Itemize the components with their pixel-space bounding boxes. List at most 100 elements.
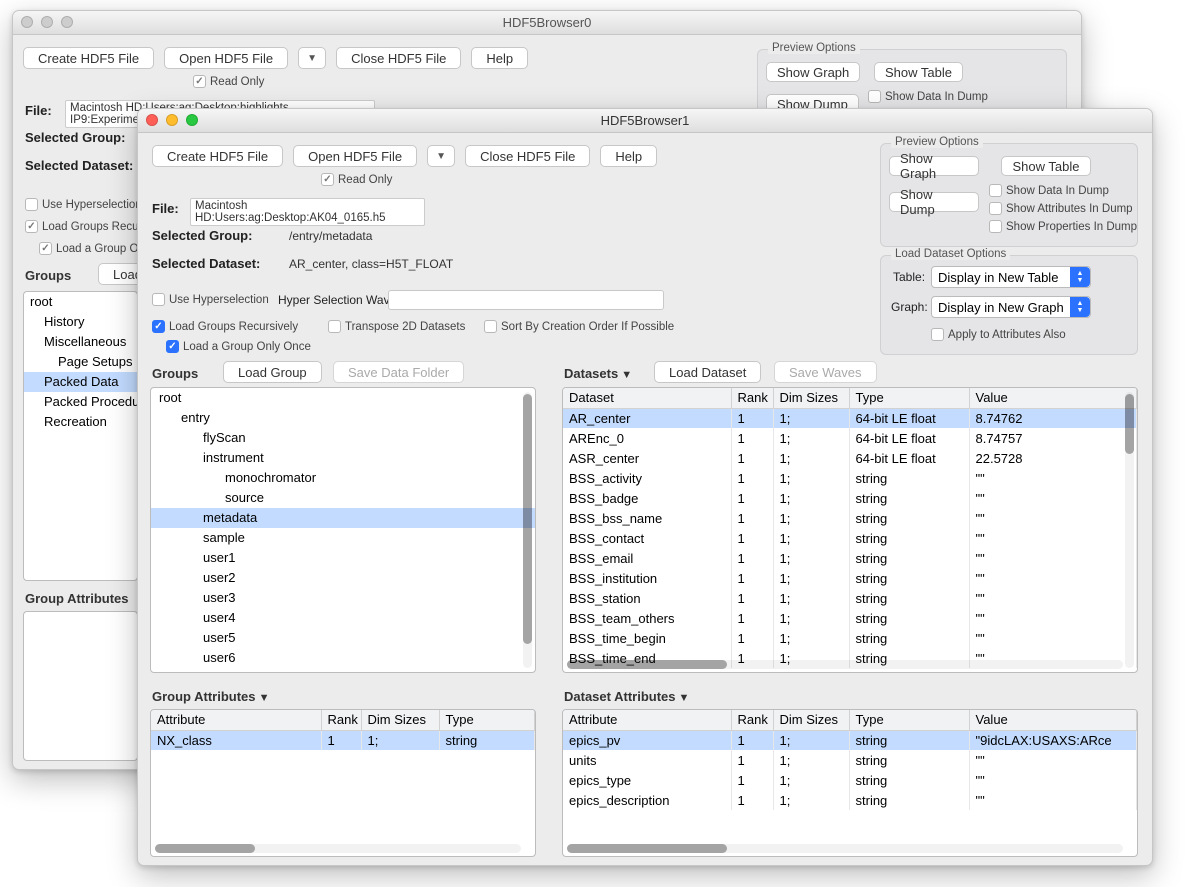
tree-item[interactable]: monochromator [151,468,535,488]
table-display-select[interactable]: Display in New Table ▲▼ [931,266,1091,288]
column-header[interactable]: Dataset [563,388,731,408]
tree-item[interactable]: sample [151,528,535,548]
table-row[interactable]: units11;string"" [563,750,1137,770]
show-attributes-in-dump-check[interactable]: Show Attributes In Dump [989,202,1133,215]
list-item[interactable]: Page Setups [24,352,137,372]
use-hyperselection-check[interactable]: Use Hyperselection [25,198,142,211]
tree-item[interactable]: user4 [151,608,535,628]
table-row[interactable]: BSS_institution11;string"" [563,568,1137,588]
tree-item[interactable]: metadata [151,508,535,528]
show-table-button[interactable]: Show Table [874,62,963,82]
open-hdf5-dropdown[interactable] [298,47,326,69]
zoom-icon[interactable] [61,16,73,28]
scrollbar[interactable] [523,392,532,668]
tree-item[interactable]: user2 [151,568,535,588]
groups-list[interactable]: rootHistoryMiscellaneousPage SetupsPacke… [23,291,138,581]
tree-item[interactable]: source [151,488,535,508]
open-hdf5-button[interactable]: Open HDF5 File [293,145,417,167]
list-item[interactable]: Recreation [24,412,137,432]
table-row[interactable]: epics_pv11;string"9idcLAX:USAXS:ARce [563,730,1137,750]
close-icon[interactable] [21,16,33,28]
load-dataset-button[interactable]: Load Dataset [654,361,761,383]
group-attributes-list[interactable] [23,611,138,761]
group-attributes-header[interactable]: Group Attributes [152,689,269,704]
group-attributes-table[interactable]: AttributeRankDim SizesTypeNX_class11;str… [150,709,536,857]
show-dump-button[interactable]: Show Dump [889,192,979,212]
zoom-icon[interactable] [186,114,198,126]
open-hdf5-dropdown[interactable] [427,145,455,167]
column-header[interactable]: Attribute [151,710,321,730]
load-group-only-once-check[interactable]: Load a Group Only Once [166,340,311,353]
list-item[interactable]: Packed Procedures [24,392,137,412]
scrollbar[interactable] [567,660,1123,669]
graph-display-select[interactable]: Display in New Graph ▲▼ [931,296,1091,318]
dataset-attributes-table[interactable]: AttributeRankDim SizesTypeValueepics_pv1… [562,709,1138,857]
table-row[interactable]: BSS_station11;string"" [563,588,1137,608]
create-hdf5-button[interactable]: Create HDF5 File [152,145,283,167]
help-button[interactable]: Help [600,145,657,167]
column-header[interactable]: Type [849,388,969,408]
tree-item[interactable]: user5 [151,628,535,648]
table-row[interactable]: BSS_bss_name11;string"" [563,508,1137,528]
column-header[interactable]: Type [849,710,969,730]
show-graph-button[interactable]: Show Graph [889,156,979,176]
scrollbar[interactable] [155,844,521,853]
column-header[interactable]: Rank [731,388,773,408]
table-row[interactable]: AR_center11;64-bit LE float8.74762 [563,408,1137,428]
tree-item[interactable]: user6 [151,648,535,668]
table-row[interactable]: ASR_center11;64-bit LE float22.5728 [563,448,1137,468]
hyper-selection-wave-input[interactable] [388,290,664,310]
table-row[interactable]: BSS_badge11;string"" [563,488,1137,508]
column-header[interactable]: Dim Sizes [773,388,849,408]
read-only-check[interactable]: Read Only [193,75,264,88]
use-hyperselection-check[interactable]: Use Hyperselection [152,293,269,306]
load-group-button[interactable]: Load Group [223,361,322,383]
list-item[interactable]: Packed Data [24,372,137,392]
titlebar[interactable]: HDF5Browser0 [13,11,1081,35]
column-header[interactable]: Value [969,710,1137,730]
table-row[interactable]: NX_class11;string [151,730,535,750]
minimize-icon[interactable] [166,114,178,126]
help-button[interactable]: Help [471,47,528,69]
table-row[interactable]: BSS_time_begin11;string"" [563,628,1137,648]
minimize-icon[interactable] [41,16,53,28]
close-icon[interactable] [146,114,158,126]
read-only-check[interactable]: Read Only [321,173,392,186]
load-groups-recursively-check[interactable]: Load Groups Recursively [152,320,298,333]
column-header[interactable]: Value [969,388,1137,408]
save-data-folder-button[interactable]: Save Data Folder [333,361,464,383]
scrollbar[interactable] [1125,392,1134,668]
tree-item[interactable]: flyScan [151,428,535,448]
list-item[interactable]: root [24,292,137,312]
table-row[interactable]: BSS_email11;string"" [563,548,1137,568]
column-header[interactable]: Rank [321,710,361,730]
close-hdf5-button[interactable]: Close HDF5 File [336,47,461,69]
datasets-table[interactable]: DatasetRankDim SizesTypeValueAR_center11… [562,387,1138,673]
table-row[interactable]: AREnc_011;64-bit LE float8.74757 [563,428,1137,448]
close-hdf5-button[interactable]: Close HDF5 File [465,145,590,167]
tree-item[interactable]: user7 [151,668,535,672]
sort-by-creation-order-check[interactable]: Sort By Creation Order If Possible [484,320,674,333]
tree-item[interactable]: entry [151,408,535,428]
save-waves-button[interactable]: Save Waves [774,361,877,383]
column-header[interactable]: Attribute [563,710,731,730]
show-table-button[interactable]: Show Table [1001,156,1091,176]
transpose-2d-datasets-check[interactable]: Transpose 2D Datasets [328,320,465,333]
show-data-in-dump-check[interactable]: Show Data In Dump [868,90,988,103]
tree-item[interactable]: user1 [151,548,535,568]
table-row[interactable]: epics_type11;string"" [563,770,1137,790]
table-row[interactable]: BSS_team_others11;string"" [563,608,1137,628]
column-header[interactable]: Type [439,710,535,730]
show-properties-in-dump-check[interactable]: Show Properties In Dump [989,220,1137,233]
groups-tree[interactable]: rootentryflyScaninstrumentmonochromators… [150,387,536,673]
dataset-attributes-header[interactable]: Dataset Attributes [564,689,689,704]
tree-item[interactable]: user3 [151,588,535,608]
open-hdf5-button[interactable]: Open HDF5 File [164,47,288,69]
tree-item[interactable]: root [151,388,535,408]
column-header[interactable]: Rank [731,710,773,730]
table-row[interactable]: epics_description11;string"" [563,790,1137,810]
list-item[interactable]: Miscellaneous [24,332,137,352]
tree-item[interactable]: instrument [151,448,535,468]
show-graph-button[interactable]: Show Graph [766,62,860,82]
table-row[interactable]: BSS_activity11;string"" [563,468,1137,488]
